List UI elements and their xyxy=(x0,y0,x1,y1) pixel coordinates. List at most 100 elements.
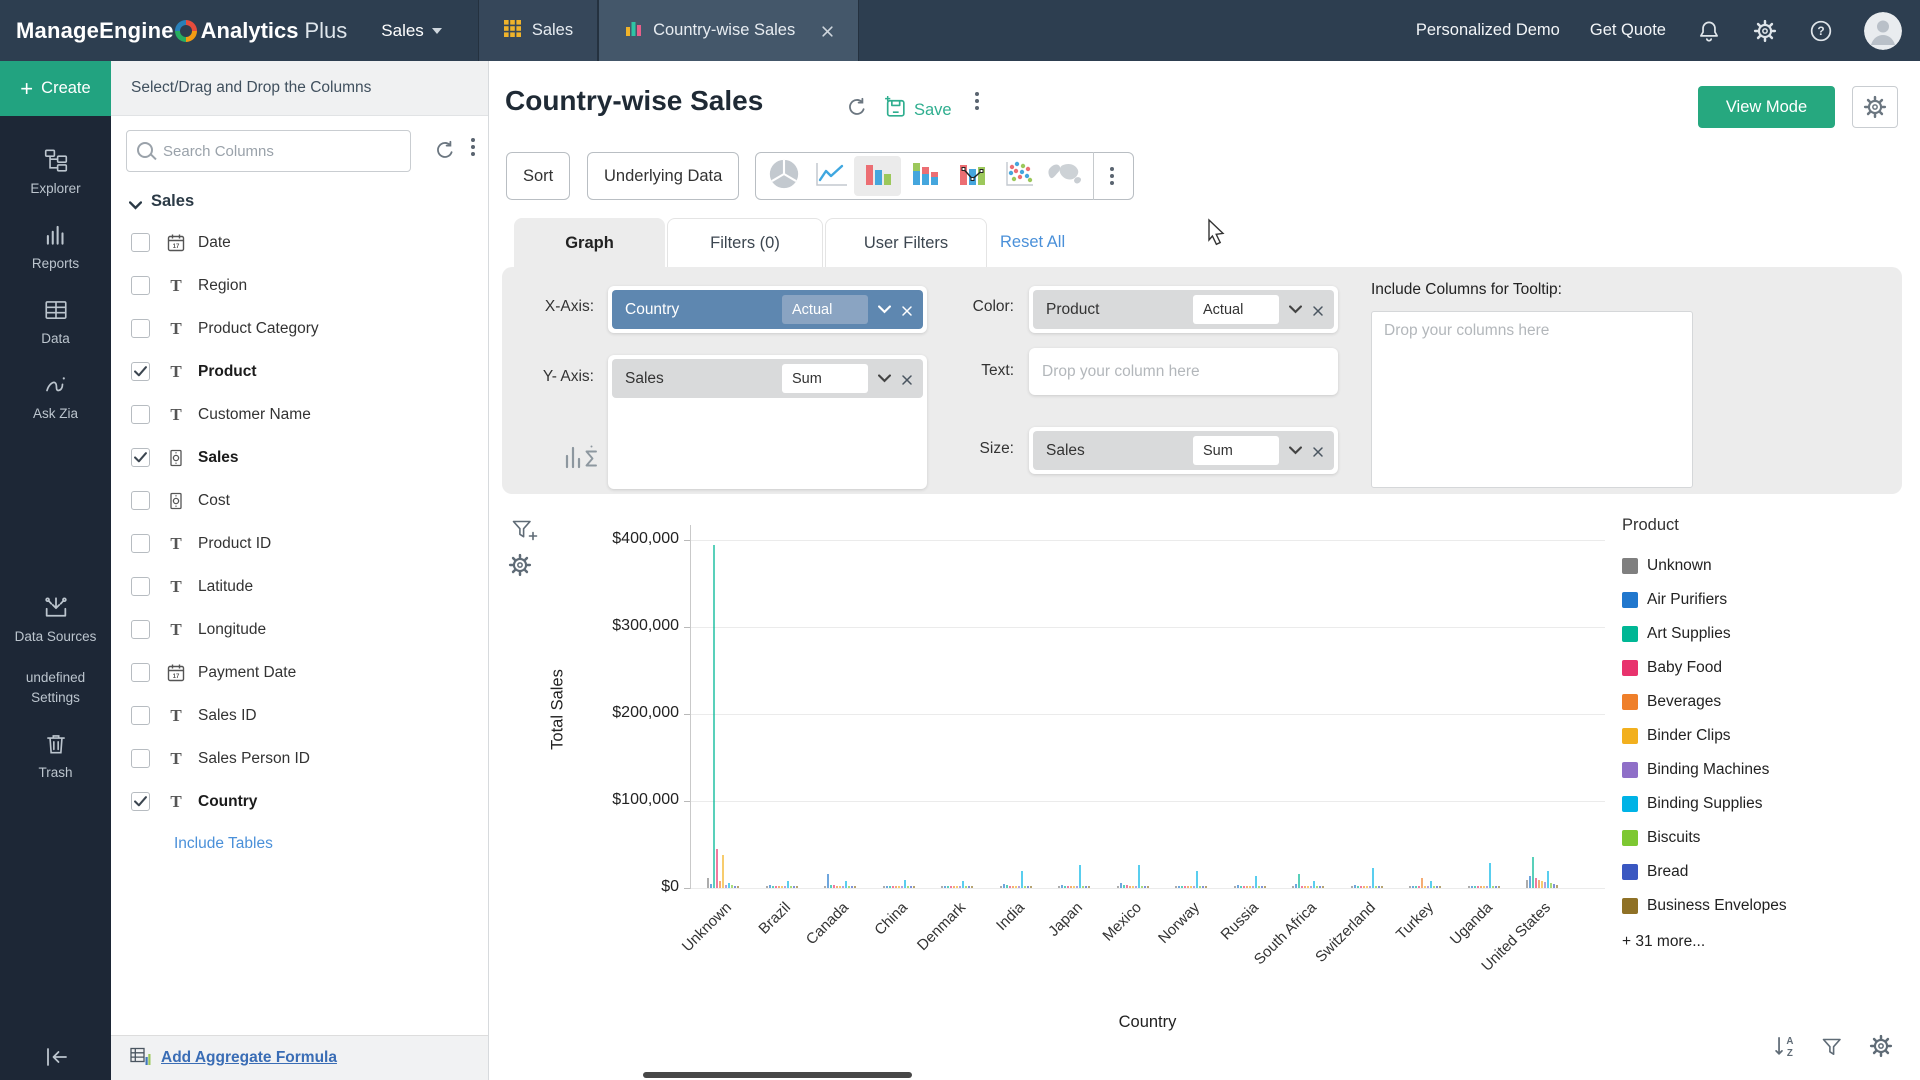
add-aggregate-formula-link[interactable]: Add Aggregate Formula xyxy=(161,1049,337,1067)
report-settings-button[interactable] xyxy=(1852,86,1898,128)
remove-color-icon[interactable] xyxy=(1312,304,1324,316)
sidebar-item-explorer[interactable]: Explorer xyxy=(0,134,111,209)
view-mode-button[interactable]: View Mode xyxy=(1698,86,1835,128)
chevron-down-icon[interactable] xyxy=(878,301,891,319)
sidebar-item-reports[interactable]: Reports xyxy=(0,209,111,284)
chart-type-bar-selected[interactable] xyxy=(854,156,901,196)
x-axis-dropzone[interactable]: Country Actual xyxy=(608,286,927,333)
chevron-down-icon[interactable] xyxy=(1289,301,1302,319)
checkbox-latitude[interactable] xyxy=(131,577,150,596)
sidebar-item-datasources[interactable]: Data Sources xyxy=(0,580,111,657)
column-row-longitude[interactable]: TLongitude xyxy=(111,608,488,651)
x-axis-pill[interactable]: Country Actual xyxy=(612,290,923,329)
column-row-sales-person-id[interactable]: TSales Person ID xyxy=(111,737,488,780)
checkbox-sales-id[interactable] xyxy=(131,706,150,725)
size-pill[interactable]: Sales Sum xyxy=(1033,431,1334,470)
legend-item-art-supplies[interactable]: Art Supplies xyxy=(1622,617,1787,651)
checkbox-product[interactable] xyxy=(131,362,150,381)
chevron-down-icon[interactable] xyxy=(878,370,891,388)
column-row-product-category[interactable]: TProduct Category xyxy=(111,307,488,350)
legend-item-biscuits[interactable]: Biscuits xyxy=(1622,821,1787,855)
checkbox-region[interactable] xyxy=(131,276,150,295)
chart-settings-icon[interactable] xyxy=(506,552,534,583)
summary-bars-icon[interactable] xyxy=(560,441,602,480)
column-row-payment-date[interactable]: 17Payment Date xyxy=(111,651,488,694)
sidebar-item-trash[interactable]: Trash xyxy=(0,718,111,793)
sort-order-icon[interactable]: AZ xyxy=(1772,1033,1798,1064)
sidebar-item-data[interactable]: Data xyxy=(0,284,111,359)
legend-item-air-purifiers[interactable]: Air Purifiers xyxy=(1622,583,1787,617)
help-icon[interactable]: ? xyxy=(1808,18,1834,44)
legend-more-link[interactable]: + 31 more... xyxy=(1622,933,1787,951)
add-filter-icon[interactable] xyxy=(511,518,539,549)
get-quote-link[interactable]: Get Quote xyxy=(1590,21,1666,40)
refresh-report-icon[interactable] xyxy=(845,96,869,125)
columns-more-options-icon[interactable] xyxy=(471,138,475,156)
gear-icon[interactable] xyxy=(1752,18,1778,44)
checkbox-country[interactable] xyxy=(131,792,150,811)
chart-type-scatter[interactable] xyxy=(995,156,1042,196)
sidebar-item-zia[interactable]: Ask Zia xyxy=(0,359,111,434)
chart-type-pie[interactable] xyxy=(760,156,807,196)
legend-item-binding-supplies[interactable]: Binding Supplies xyxy=(1622,787,1787,821)
text-dropzone[interactable]: Drop your column here xyxy=(1029,348,1338,395)
legend-item-business-envelopes[interactable]: Business Envelopes xyxy=(1622,889,1787,923)
include-tables-link[interactable]: Include Tables xyxy=(174,835,273,853)
tab-user-filters[interactable]: User Filters xyxy=(825,218,987,268)
create-button[interactable]: + Create xyxy=(0,61,111,116)
checkbox-cost[interactable] xyxy=(131,491,150,510)
column-row-cost[interactable]: Cost xyxy=(111,479,488,522)
legend-item-binder-clips[interactable]: Binder Clips xyxy=(1622,719,1787,753)
chart-type-stacked-bar[interactable] xyxy=(901,156,948,196)
y-axis-pill[interactable]: Sales Sum xyxy=(612,359,923,398)
reset-all-link[interactable]: Reset All xyxy=(1000,233,1065,252)
sort-button[interactable]: Sort xyxy=(506,152,570,200)
checkbox-date[interactable] xyxy=(131,233,150,252)
column-row-region[interactable]: TRegion xyxy=(111,264,488,307)
search-columns-input[interactable] xyxy=(126,130,411,172)
column-row-latitude[interactable]: TLatitude xyxy=(111,565,488,608)
color-pill[interactable]: Product Actual xyxy=(1033,290,1334,329)
checkbox-sales[interactable] xyxy=(131,448,150,467)
column-row-product-id[interactable]: TProduct ID xyxy=(111,522,488,565)
chart-type-map[interactable] xyxy=(1042,156,1089,196)
chart-type-bar-line[interactable] xyxy=(948,156,995,196)
column-row-customer-name[interactable]: TCustomer Name xyxy=(111,393,488,436)
color-aggregation-select[interactable]: Actual xyxy=(1193,295,1279,324)
bell-icon[interactable] xyxy=(1696,18,1722,44)
chevron-down-icon[interactable] xyxy=(1289,442,1302,460)
save-button[interactable]: Save xyxy=(883,95,952,125)
more-chart-types-icon[interactable] xyxy=(1093,152,1129,200)
column-row-product[interactable]: TProduct xyxy=(111,350,488,393)
checkbox-sales-person-id[interactable] xyxy=(131,749,150,768)
y-axis-dropzone[interactable]: Sales Sum xyxy=(608,355,927,489)
filter-icon[interactable] xyxy=(1821,1036,1843,1063)
checkbox-product-category[interactable] xyxy=(131,319,150,338)
size-aggregation-select[interactable]: Sum xyxy=(1193,436,1279,465)
column-row-sales[interactable]: Sales xyxy=(111,436,488,479)
column-row-sales-id[interactable]: TSales ID xyxy=(111,694,488,737)
personalized-demo-link[interactable]: Personalized Demo xyxy=(1416,21,1560,40)
remove-size-icon[interactable] xyxy=(1312,445,1324,457)
collapse-sidebar-button[interactable] xyxy=(0,1046,111,1068)
tab-graph[interactable]: Graph xyxy=(514,218,665,268)
column-row-date[interactable]: 17Date xyxy=(111,221,488,264)
report-more-options-icon[interactable] xyxy=(975,92,979,110)
tab-sales[interactable]: Sales xyxy=(478,0,598,61)
horizontal-scrollbar-thumb[interactable] xyxy=(643,1072,912,1078)
size-dropzone[interactable]: Sales Sum xyxy=(1029,427,1338,474)
checkbox-product-id[interactable] xyxy=(131,534,150,553)
y-axis-aggregation-select[interactable]: Sum xyxy=(782,364,868,393)
workspace-dropdown[interactable]: Sales xyxy=(381,21,442,41)
tab-filters[interactable]: Filters (0) xyxy=(667,218,823,268)
tooltip-columns-dropzone[interactable]: Drop your columns here xyxy=(1371,311,1693,488)
checkbox-customer-name[interactable] xyxy=(131,405,150,424)
column-row-country[interactable]: TCountry xyxy=(111,780,488,823)
tab-country-wise-sales[interactable]: Country-wise Sales xyxy=(598,0,859,61)
legend-item-binding-machines[interactable]: Binding Machines xyxy=(1622,753,1787,787)
checkbox-payment-date[interactable] xyxy=(131,663,150,682)
color-dropzone[interactable]: Product Actual xyxy=(1029,286,1338,333)
close-icon[interactable] xyxy=(821,24,834,37)
chart-options-gear-icon[interactable] xyxy=(1868,1033,1894,1064)
legend-item-bread[interactable]: Bread xyxy=(1622,855,1787,889)
